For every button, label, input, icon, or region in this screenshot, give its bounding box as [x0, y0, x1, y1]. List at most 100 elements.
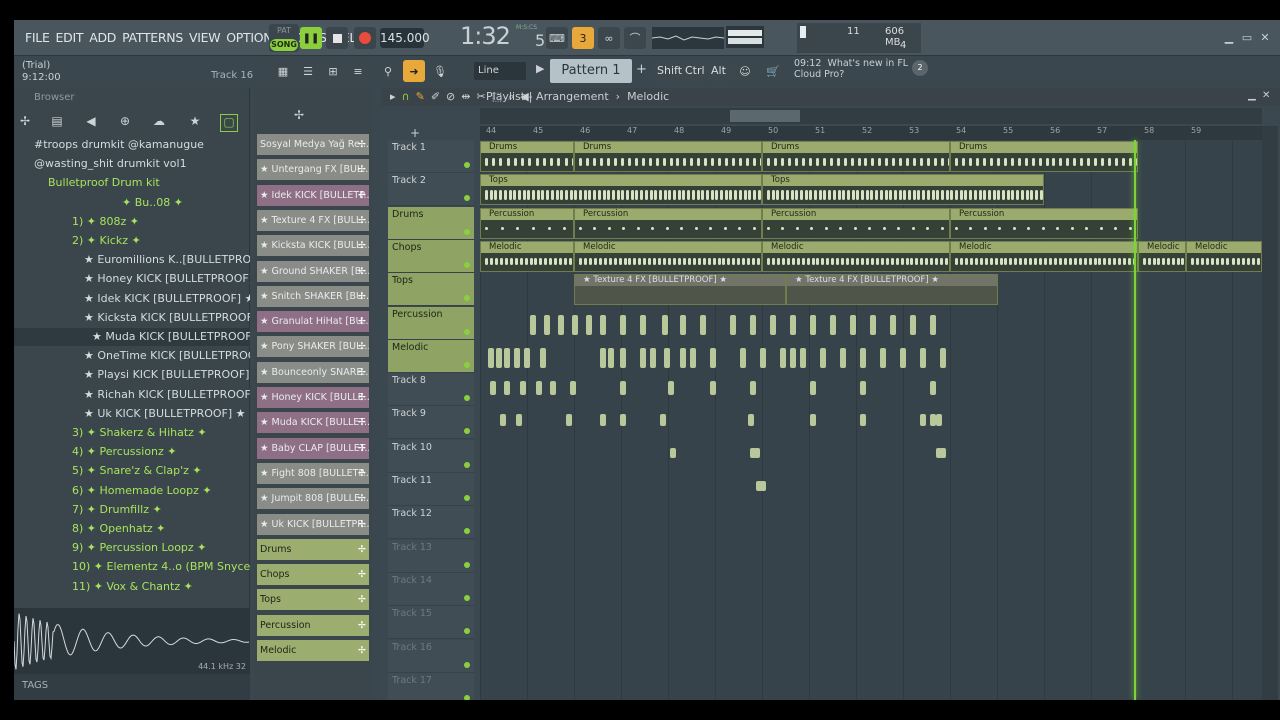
track-header[interactable]: Track 12 — [388, 506, 474, 540]
pattern-block[interactable] — [570, 381, 576, 396]
play-arrow-icon[interactable]: ▸ — [390, 90, 396, 104]
drag-handle-icon[interactable]: ✢ — [358, 286, 366, 307]
channel-rack-icon[interactable]: ⊞ — [322, 60, 344, 82]
browser-tree-item[interactable]: 10) ✦ Elementz 4..o (BPM Snyced) ✦ — [14, 558, 250, 576]
channel-clip-item[interactable]: ★ Granulat HiHat [BU... ✢ — [257, 311, 369, 333]
ctrl-key-button[interactable]: Ctrl — [682, 61, 708, 81]
drag-handle-icon[interactable]: ✢ — [358, 311, 366, 332]
pattern-block[interactable] — [640, 347, 646, 368]
browser-tree-item[interactable]: 5) ✦ Snare'z & Clap'z ✦ — [14, 462, 250, 480]
pattern-block[interactable] — [760, 347, 766, 368]
browser-header[interactable]: Browser — [14, 88, 250, 108]
browser-tree-item[interactable]: ★ Playsi KICK [BULLETPROOF] ★ — [14, 366, 250, 384]
playlist-clip[interactable]: Melodic — [1186, 240, 1262, 272]
browser-tree-item[interactable]: Bulletproof Drum kit — [14, 174, 250, 192]
pattern-block[interactable] — [940, 447, 946, 458]
channel-clip-item[interactable]: ★ Snitch SHAKER [BU... ✢ — [257, 285, 369, 307]
vertical-scrollbar[interactable] — [1262, 126, 1278, 700]
track-header[interactable]: Track 15 — [388, 606, 474, 640]
pat-song-toggle[interactable]: PAT SONG — [269, 24, 299, 52]
pattern-block[interactable] — [490, 381, 496, 396]
magnet-icon[interactable]: ∩ — [402, 90, 410, 104]
pattern-block[interactable] — [504, 347, 510, 368]
drag-handle-icon[interactable]: ✢ — [358, 564, 366, 585]
drag-handle-icon[interactable]: ✢ — [358, 185, 366, 206]
pattern-block[interactable] — [572, 314, 578, 335]
playback-icon[interactable]: ◀| — [520, 90, 532, 104]
track-mute-led[interactable] — [464, 228, 470, 235]
add-track-icon[interactable]: + — [410, 126, 420, 140]
track-mute-led[interactable] — [464, 594, 470, 601]
pattern-block[interactable] — [730, 314, 736, 335]
channel-clip-item[interactable]: ★ Uk KICK [BULLETPR... ✢ — [257, 513, 369, 535]
track-header[interactable]: Chops — [388, 239, 474, 273]
tempo-display[interactable]: 145.000 — [380, 28, 430, 48]
pattern-block[interactable] — [488, 347, 494, 368]
pattern-block[interactable] — [920, 347, 926, 368]
drag-handle-icon[interactable]: ✢ — [358, 589, 366, 610]
cloud-icon[interactable]: ☁ — [150, 114, 168, 132]
browser-tree-item[interactable]: ★ Uk KICK [BULLETPROOF] ★ — [14, 405, 250, 423]
step-edit-icon[interactable]: 3 — [572, 27, 594, 49]
track-header[interactable]: Track 13 — [388, 539, 474, 573]
track-header[interactable]: Track 9 — [388, 406, 474, 440]
playlist-clip[interactable]: Drums — [574, 141, 762, 172]
channel-clip-item[interactable]: ★ Untergang FX [BUL... ✢ — [257, 159, 369, 181]
pattern-block[interactable] — [810, 314, 816, 335]
track-mute-led[interactable] — [464, 428, 470, 435]
tags-bar[interactable]: TAGS — [14, 674, 250, 700]
pattern-block[interactable] — [750, 381, 756, 396]
browser-tree-item[interactable]: ★ Euromillions K..[BULLETPROOF] ★ — [14, 251, 250, 269]
pattern-clip-item[interactable]: Drums ✢ — [257, 538, 369, 560]
channel-clip-item[interactable]: ★ Fight 808 [BULLETP... ✢ — [257, 462, 369, 484]
playlist-clip[interactable]: Percussion — [762, 207, 950, 239]
pattern-block[interactable] — [600, 347, 606, 368]
playlist-clip[interactable]: Melodic — [950, 240, 1138, 272]
playlist-clip[interactable]: Melodic — [762, 240, 950, 272]
pattern-block[interactable] — [600, 314, 606, 335]
menu-file[interactable]: FILE — [22, 30, 53, 45]
track-mute-led[interactable] — [464, 628, 470, 635]
channel-clip-item[interactable]: ★ Texture 4 FX [BULL... ✢ — [257, 209, 369, 231]
browser-tree-item[interactable]: 6) ✦ Homemade Loopz ✦ — [14, 482, 250, 500]
track-header[interactable]: Track 8 — [388, 373, 474, 407]
pattern-block[interactable] — [514, 347, 520, 368]
pattern-block[interactable] — [690, 347, 696, 368]
track-header[interactable]: Percussion — [388, 306, 474, 340]
browser-tree-item[interactable]: 11) ✦ Vox & Chantz ✦ — [14, 578, 250, 596]
record-button[interactable] — [354, 27, 376, 49]
channel-clip-item[interactable]: Sosyal Medya Yağ Re... ✢ — [257, 134, 369, 155]
pattern-block[interactable] — [936, 414, 942, 427]
select-icon[interactable]: ⬚ — [492, 90, 502, 104]
pattern-block[interactable] — [620, 414, 626, 427]
playlist-clip[interactable]: Percussion — [480, 207, 574, 239]
arrangement-grid[interactable]: Drums Drums Drums Drums Tops Tops Percussion Pe… — [480, 140, 1262, 700]
pattern-block[interactable] — [780, 347, 786, 368]
drag-handle-icon[interactable]: ✢ — [358, 640, 366, 661]
track-mute-led[interactable] — [464, 495, 470, 501]
pattern-block[interactable] — [600, 414, 606, 427]
playlist-clip[interactable]: Drums — [480, 141, 574, 172]
track-mute-led[interactable] — [464, 694, 470, 700]
pattern-block[interactable] — [810, 414, 816, 427]
pattern-block[interactable] — [524, 347, 530, 368]
close-icon[interactable]: ✕ — [1258, 31, 1272, 45]
playhead[interactable] — [1134, 140, 1136, 700]
pattern-block[interactable] — [608, 347, 614, 368]
pattern-block[interactable] — [710, 381, 716, 396]
track-header[interactable]: Track 10 — [388, 439, 474, 473]
pattern-block[interactable] — [680, 314, 686, 335]
pattern-block[interactable] — [860, 347, 866, 368]
channel-clip-item[interactable]: ★ Honey KICK [BULLE... ✢ — [257, 387, 369, 408]
browser-tree-item[interactable]: ★ Muda KICK [BULLETPROOF] ★ — [14, 328, 250, 346]
playlist-clip[interactable]: Percussion — [574, 207, 762, 239]
pattern-block[interactable] — [760, 481, 766, 491]
pattern-clip-item[interactable]: Chops ✢ — [257, 564, 369, 586]
pattern-block[interactable] — [640, 314, 646, 335]
track-mute-led[interactable] — [464, 528, 470, 535]
drag-handle-icon[interactable]: ✢ — [358, 210, 366, 231]
pattern-block[interactable] — [810, 381, 816, 396]
mixer-icon[interactable]: ≡ — [347, 60, 369, 82]
star-icon[interactable]: ★ — [186, 114, 204, 132]
microphone-icon[interactable]: 🎙 — [429, 60, 451, 82]
